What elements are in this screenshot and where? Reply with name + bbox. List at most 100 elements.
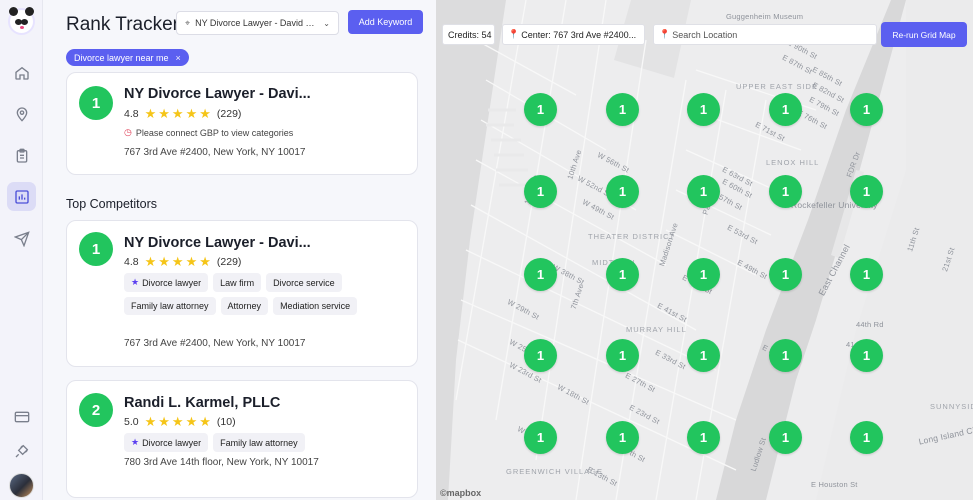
clipboard-icon <box>16 148 27 163</box>
search-location-placeholder: Search Location <box>672 29 738 40</box>
close-icon[interactable]: × <box>176 53 181 63</box>
grid-rank-marker[interactable]: 1 <box>606 339 639 372</box>
credit-card-icon <box>14 411 29 422</box>
star-icon: ★ <box>131 437 140 447</box>
rating-value: 4.8 <box>124 107 139 120</box>
category-tag: Divorce service <box>266 273 342 292</box>
map-pin-icon: 📍 <box>659 29 671 39</box>
grid-rank-marker[interactable]: 1 <box>606 175 639 208</box>
business-address: 780 3rd Ave 14th floor, New York, NY 100… <box>124 457 319 468</box>
sidebar-item-send[interactable] <box>7 224 36 253</box>
grid-rank-marker[interactable]: 1 <box>687 175 720 208</box>
competitor-card[interactable]: 2 Randi L. Karmel, PLLC 5.0 ★ ★ ★ ★ ★ (10) ★… <box>66 380 418 498</box>
sidebar-item-integrations[interactable] <box>7 436 36 465</box>
avatar[interactable] <box>9 473 34 498</box>
chevron-down-icon: ⌄ <box>323 18 330 28</box>
map-label: 44th Rd <box>856 320 884 329</box>
grid-rank-marker[interactable]: 1 <box>850 421 883 454</box>
grid-rank-marker[interactable]: 1 <box>606 421 639 454</box>
rank-badge: 1 <box>79 86 113 120</box>
category-tags: ★ Divorce lawyer Family law attorney <box>124 433 404 452</box>
keyword-chip[interactable]: Divorce lawyer near me × <box>66 49 189 66</box>
grid-rank-marker[interactable]: 1 <box>524 339 557 372</box>
grid-rank-marker[interactable]: 1 <box>687 93 720 126</box>
rating-row: 4.8 ★ ★ ★ ★ ★ (229) <box>124 107 241 120</box>
credits-pill: Credits: 54 <box>442 24 495 45</box>
grid-rank-marker[interactable]: 1 <box>769 339 802 372</box>
rating-value: 5.0 <box>124 415 139 428</box>
competitor-card[interactable]: 1 NY Divorce Lawyer - Davi... 4.8 ★ ★ ★ ★ ★ … <box>66 220 418 367</box>
add-keyword-button[interactable]: Add Keyword <box>348 10 423 34</box>
location-select[interactable]: ⌖ NY Divorce Lawyer - David C... ⌄ <box>176 11 339 35</box>
rating-value: 4.8 <box>124 255 139 268</box>
grid-rank-marker[interactable]: 1 <box>850 175 883 208</box>
star-rating: ★ ★ ★ ★ ★ <box>144 254 211 269</box>
sidebar-item-rank-tracker[interactable] <box>7 182 36 211</box>
rerun-grid-map-button[interactable]: Re-run Grid Map <box>881 22 967 47</box>
grid-rank-marker[interactable]: 1 <box>524 258 557 291</box>
business-name: Randi L. Karmel, PLLC <box>124 395 281 411</box>
review-count: (229) <box>216 255 242 268</box>
credits-text: Credits: 54 <box>448 29 492 40</box>
search-location-input[interactable]: 📍 Search Location <box>653 24 877 45</box>
rank-badge: 2 <box>79 393 113 427</box>
star-rating: ★ ★ ★ ★ ★ <box>144 106 211 121</box>
star-icon: ★ <box>131 277 140 287</box>
plug-icon <box>15 444 28 457</box>
map-label: MURRAY HILL <box>626 325 687 334</box>
competitors-title: Top Competitors <box>66 197 158 211</box>
map-label: E Houston St <box>811 480 858 489</box>
grid-rank-marker[interactable]: 1 <box>850 339 883 372</box>
grid-rank-marker[interactable]: 1 <box>606 258 639 291</box>
business-address: 767 3rd Ave #2400, New York, NY 10017 <box>124 147 306 158</box>
keyword-chip-label: Divorce lawyer near me <box>74 52 169 63</box>
category-tag: Mediation service <box>273 297 358 315</box>
rating-row: 4.8 ★ ★ ★ ★ ★ (229) <box>124 255 241 268</box>
grid-rank-marker[interactable]: 1 <box>850 93 883 126</box>
map-pin-icon <box>16 106 27 122</box>
grid-rank-marker[interactable]: 1 <box>687 421 720 454</box>
bar-chart-icon <box>14 189 29 204</box>
sidebar-item-home[interactable] <box>7 58 36 87</box>
mapbox-logo: ©mapbox <box>440 488 482 498</box>
grid-rank-marker[interactable]: 1 <box>687 339 720 372</box>
map-pin-icon: 📍 <box>508 29 520 39</box>
grid-map[interactable]: Guggenheim Museum UPPER EAST SIDE LENOX … <box>436 0 973 500</box>
sidebar-item-clipboard[interactable] <box>7 141 36 170</box>
grid-rank-marker[interactable]: 1 <box>606 93 639 126</box>
category-tag: Law firm <box>213 273 262 292</box>
business-name: NY Divorce Lawyer - Davi... <box>124 235 311 251</box>
map-label: Guggenheim Museum <box>726 12 804 21</box>
gbp-warning: ◷ Please connect GBP to view categories <box>124 127 293 138</box>
sidebar-item-billing[interactable] <box>7 402 36 431</box>
location-select-value: NY Divorce Lawyer - David C... <box>195 18 319 28</box>
sidebar-item-location[interactable] <box>7 99 36 128</box>
grid-rank-marker[interactable]: 1 <box>687 258 720 291</box>
star-rating: ★ ★ ★ ★ ★ <box>144 414 211 429</box>
grid-rank-marker[interactable]: 1 <box>524 421 557 454</box>
category-tag: ★ Divorce lawyer <box>124 273 209 292</box>
map-label: SUNNYSIDE <box>930 402 973 411</box>
map-pin-icon: ⌖ <box>185 17 191 28</box>
category-tags: ★ Divorce lawyer Law firm Divorce service… <box>124 273 404 315</box>
grid-rank-marker[interactable]: 1 <box>769 258 802 291</box>
category-tag: Family law attorney <box>124 297 216 315</box>
map-label: UPPER EAST SIDE <box>736 82 818 91</box>
map-label: LENOX HILL <box>766 158 820 167</box>
grid-rank-marker[interactable]: 1 <box>769 421 802 454</box>
gbp-warning-text: Please connect GBP to view categories <box>135 127 294 138</box>
grid-rank-marker[interactable]: 1 <box>850 258 883 291</box>
rank-panel: Rank Tracker ⌖ NY Divorce Lawyer - David… <box>43 0 436 500</box>
grid-rank-marker[interactable]: 1 <box>769 93 802 126</box>
page-title: Rank Tracker <box>66 14 179 35</box>
grid-rank-marker[interactable]: 1 <box>769 175 802 208</box>
category-tag: Attorney <box>220 297 269 315</box>
center-pill: 📍 Center: 767 3rd Ave #2400... <box>502 24 645 45</box>
business-card: 1 NY Divorce Lawyer - Davi... 4.8 ★ ★ ★ ★ ★ … <box>66 72 418 175</box>
grid-rank-marker[interactable]: 1 <box>524 175 557 208</box>
grid-rank-marker[interactable]: 1 <box>524 93 557 126</box>
send-icon <box>13 230 30 247</box>
app-logo[interactable] <box>8 7 35 35</box>
business-address: 767 3rd Ave #2400, New York, NY 10017 <box>124 338 306 349</box>
category-tag: ★ Divorce lawyer <box>124 433 209 452</box>
